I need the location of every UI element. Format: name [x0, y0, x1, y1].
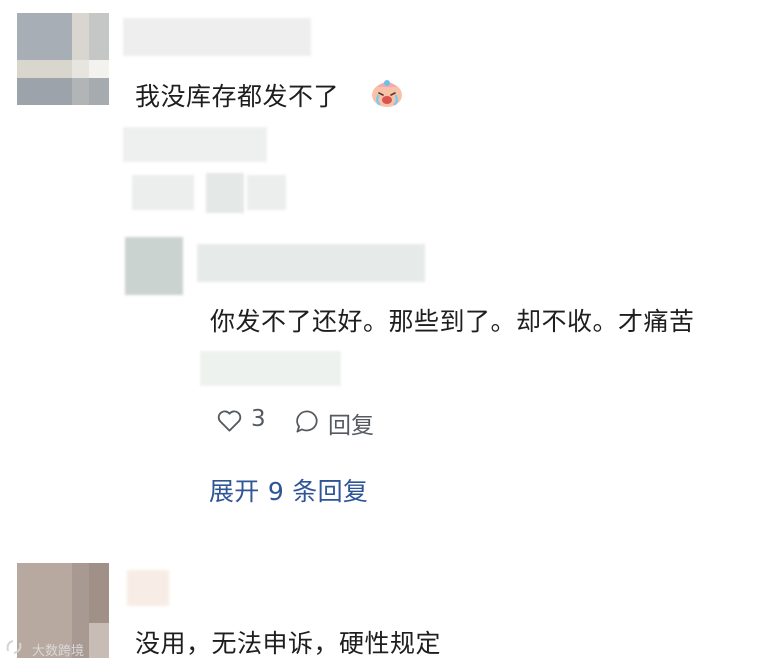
comment-actions[interactable] — [206, 173, 244, 213]
speech-bubble-icon[interactable] — [294, 408, 321, 435]
comment-meta — [123, 127, 267, 162]
comment-text: 没用，无法申诉，硬性规定 — [135, 629, 442, 658]
reply-text: 你发不了还好。那些到了。却不收。才痛苦 — [210, 307, 695, 336]
reply-button[interactable]: 回复 — [328, 406, 374, 440]
username[interactable] — [197, 244, 425, 282]
like-count[interactable]: 3 — [251, 406, 266, 432]
comment-text: 我没库存都发不了 — [135, 82, 340, 111]
comment-actions[interactable] — [132, 175, 194, 210]
username[interactable] — [123, 18, 311, 56]
comment-meta — [200, 351, 341, 386]
username[interactable] — [127, 570, 169, 606]
avatar[interactable] — [17, 13, 109, 105]
crying-face-emoji — [372, 80, 402, 107]
comment-actions[interactable] — [247, 175, 286, 210]
watermark: 大数跨境 — [32, 644, 85, 659]
avatar[interactable] — [125, 237, 183, 295]
watermark-logo-icon — [6, 640, 22, 654]
expand-replies-link[interactable]: 展开 9 条回复 — [209, 472, 368, 508]
heart-outline-icon[interactable] — [216, 407, 243, 434]
